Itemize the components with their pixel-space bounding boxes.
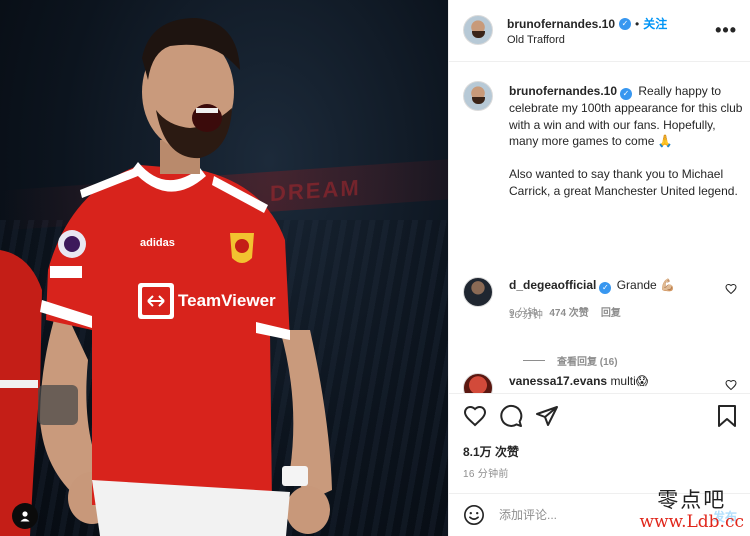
author-username[interactable]: brunofernandes.10: [507, 17, 615, 31]
commenter-username[interactable]: d_degeaofficial: [509, 278, 596, 292]
comments-section[interactable]: brunofernandes.10 ✓ Really happy to celeb…: [449, 63, 750, 393]
post-sidebar: brunofernandes.10 ✓ • 关注 Old Trafford ••…: [448, 0, 750, 536]
verified-badge-icon: ✓: [599, 282, 612, 294]
comment-text: multi😱: [610, 374, 649, 388]
watermark-title: 零点吧: [657, 488, 727, 512]
comment-time[interactable]: 9 分钟: [509, 304, 537, 319]
verified-badge-icon: ✓: [620, 88, 633, 100]
like-heart-icon[interactable]: [463, 404, 487, 428]
caption-username[interactable]: brunofernandes.10: [509, 84, 617, 98]
comment-text: Grande 💪🏼: [616, 278, 676, 292]
post-photo[interactable]: DREAM TeamViewer adidas: [0, 0, 448, 536]
svg-text:TeamViewer: TeamViewer: [178, 291, 276, 310]
bookmark-icon[interactable]: [715, 404, 739, 428]
view-replies-label: 查看回复 (16): [557, 357, 618, 368]
comment-meta: 9 分钟 474 次赞 回复: [509, 304, 621, 319]
replies-divider: [523, 360, 545, 361]
author-avatar[interactable]: [463, 15, 493, 45]
caption-body: brunofernandes.10 ✓ Really happy to celeb…: [509, 83, 743, 199]
watermark-url: www.Ldb.cc: [639, 512, 744, 532]
post-timestamp[interactable]: 16 分钟前: [463, 465, 509, 480]
header-separator: •: [635, 16, 640, 31]
caption-author-avatar[interactable]: [463, 81, 493, 111]
post-header: brunofernandes.10 ✓ • 关注 Old Trafford ••…: [449, 0, 750, 62]
site-watermark: 零点吧 www.Ldb.cc: [639, 484, 744, 532]
post-actions: [449, 393, 750, 441]
comment-body: d_degeaofficial ✓ Grande 💪🏼: [509, 277, 729, 294]
comment-likes[interactable]: 474 次赞: [549, 304, 588, 319]
caption-text: Really happy to celebrate my 100th appea…: [509, 84, 743, 198]
verified-badge-icon: ✓: [619, 17, 632, 30]
like-count[interactable]: 8.1万 次赞: [463, 443, 519, 460]
comment-bubble-icon[interactable]: [499, 404, 523, 428]
commenter-username[interactable]: vanessa17.evans: [509, 374, 607, 388]
commenter-avatar[interactable]: [463, 277, 493, 307]
share-plane-icon[interactable]: [535, 404, 559, 428]
emoji-picker-icon[interactable]: [463, 504, 485, 526]
svg-text:adidas: adidas: [140, 237, 175, 249]
comment-like-heart-icon[interactable]: [725, 283, 737, 295]
player-figure: TeamViewer adidas: [0, 18, 332, 536]
post-location[interactable]: Old Trafford: [507, 34, 565, 46]
follow-button[interactable]: 关注: [643, 15, 667, 32]
tagged-users-button[interactable]: [12, 503, 38, 529]
comment-body: vanessa17.evans multi😱: [509, 373, 729, 389]
person-icon: [20, 511, 30, 522]
commenter-avatar[interactable]: [463, 373, 493, 393]
comment-like-heart-icon[interactable]: [725, 379, 737, 391]
view-replies-button[interactable]: 查看回复 (16): [523, 353, 618, 368]
reply-button[interactable]: 回复: [601, 304, 621, 319]
more-options-button[interactable]: •••: [715, 20, 737, 41]
